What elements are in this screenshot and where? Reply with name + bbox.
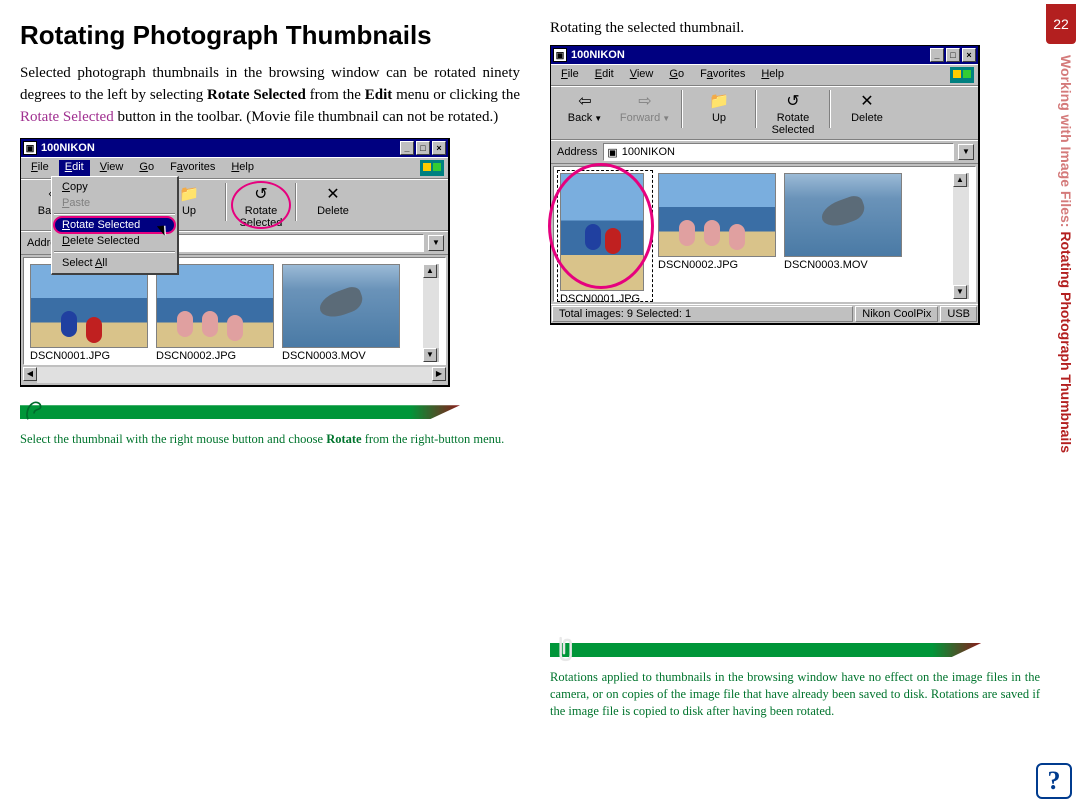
p1c: from the (306, 87, 365, 103)
menu-file[interactable]: File (25, 160, 55, 176)
vscrollbar[interactable]: ▲ ▼ (423, 264, 439, 362)
right-column: Rotating the selected thumbnail. ▣ 100NI… (550, 20, 1040, 789)
dd-paste: Paste (54, 195, 175, 211)
screenshot-edit-menu: ▣ 100NIKON _ □ × File Edit View Go Favor… (20, 138, 450, 387)
thumbnail-pane-2[interactable]: DSCN0001.JPG DSCN0002.JPG DSCN0003.MOV ▲… (553, 166, 976, 302)
address-label-2: Address (555, 146, 599, 158)
screenshot-rotated: ▣ 100NIKON _ □ × File Edit View Go Favor… (550, 45, 980, 325)
tb-up-2[interactable]: 📁Up (689, 90, 749, 124)
p1e: menu or clicking the (392, 87, 520, 103)
p1b: Rotate Selected (207, 87, 306, 103)
tip-text: Select the thumbnail with the right mous… (20, 431, 520, 448)
app-logo-icon (420, 160, 444, 176)
tb-forward-2: ⇨Forward▼ (615, 90, 675, 124)
page-title: Rotating Photograph Thumbnails (20, 20, 520, 51)
note-text: Rotations applied to thumbnails in the b… (550, 669, 1040, 720)
tb-rotate-selected[interactable]: ↺RotateSelected (233, 183, 289, 227)
window-titlebar-2[interactable]: ▣ 100NIKON _ □ × (551, 46, 978, 64)
tip-ribbon (20, 397, 520, 427)
p1g: button in the toolbar. (Movie file thumb… (114, 109, 499, 125)
right-caption: Rotating the selected thumbnail. (550, 20, 1040, 37)
dd-delete-selected[interactable]: Delete Selected (54, 233, 175, 249)
p1d: Edit (365, 87, 393, 103)
tb-rotate-selected-2[interactable]: ↺RotateSelected (763, 90, 823, 136)
status-bar: Total images: 9 Selected: 1 Nikon CoolPi… (551, 304, 978, 323)
thumb-3-label-2: DSCN0003.MOV (784, 257, 902, 271)
window-title-text-2: 100NIKON (571, 49, 625, 61)
dd-copy[interactable]: Copy (54, 179, 175, 195)
status-conn: USB (940, 306, 977, 322)
scroll-up-icon[interactable]: ▲ (423, 264, 437, 278)
folder-icon-2: ▣ (607, 146, 617, 159)
menubar: File Edit View Go Favorites Help Copy Pa… (21, 157, 448, 179)
address-bar-2: Address ▣ 100NIKON ▼ (551, 140, 978, 164)
finger-icon (24, 397, 44, 425)
window-icon: ▣ (23, 141, 37, 155)
thumb-2-label-2: DSCN0002.JPG (658, 257, 776, 271)
thumb-1-rotated[interactable]: DSCN0001.JPG (560, 173, 650, 299)
window-titlebar[interactable]: ▣ 100NIKON _ □ × (21, 139, 448, 157)
tb-delete[interactable]: ✕Delete (303, 183, 363, 217)
scroll-right-icon[interactable]: ▶ (432, 367, 446, 381)
menu-help-2[interactable]: Help (755, 67, 790, 83)
menu-file-2[interactable]: File (555, 67, 585, 83)
thumb-3[interactable]: DSCN0003.MOV (282, 264, 400, 362)
address-value-2: 100NIKON (622, 146, 675, 158)
thumb-2[interactable]: DSCN0002.JPG (156, 264, 274, 362)
scroll-down-icon[interactable]: ▼ (423, 348, 437, 362)
scroll-down-icon-2[interactable]: ▼ (953, 285, 967, 299)
thumb-2-label: DSCN0002.JPG (156, 348, 274, 362)
menu-go-2[interactable]: Go (663, 67, 690, 83)
intro-paragraph: Selected photograph thumbnails in the br… (20, 63, 520, 128)
menu-edit[interactable]: Edit (59, 160, 90, 176)
menu-view[interactable]: View (94, 160, 130, 176)
dd-rotate-selected[interactable]: Rotate Selected (54, 217, 175, 233)
dd-select-all[interactable]: Select All (54, 255, 175, 271)
menu-favorites-2[interactable]: Favorites (694, 67, 751, 83)
thumb-3-label: DSCN0003.MOV (282, 348, 400, 362)
window-icon-2: ▣ (553, 48, 567, 62)
menu-edit-2[interactable]: Edit (589, 67, 620, 83)
app-logo-icon-2 (950, 67, 974, 83)
hscrollbar[interactable]: ◀ ▶ (23, 367, 446, 383)
thumb-1[interactable]: DSCN0001.JPG (30, 264, 148, 362)
maximize-button-2[interactable]: □ (946, 48, 960, 62)
menu-go[interactable]: Go (133, 160, 160, 176)
toolbar-2: ⇦Back▼ ⇨Forward▼ 📁Up ↺RotateSelected ✕De… (551, 86, 978, 140)
close-button[interactable]: × (432, 141, 446, 155)
address-dropdown-arrow-2[interactable]: ▼ (958, 144, 974, 160)
edit-dropdown: Copy Paste Rotate Selected Delete Select… (51, 176, 179, 275)
left-column: Rotating Photograph Thumbnails Selected … (20, 20, 520, 789)
paperclip-icon (554, 635, 574, 663)
status-device: Nikon CoolPix (855, 306, 938, 322)
menu-view-2[interactable]: View (624, 67, 660, 83)
thumb-3-b[interactable]: DSCN0003.MOV (784, 173, 902, 299)
annotation-circle (548, 163, 654, 289)
menu-help[interactable]: Help (225, 160, 260, 176)
help-icon[interactable]: ? (1036, 763, 1072, 799)
address-field-2[interactable]: ▣ 100NIKON (603, 143, 954, 161)
note-ribbon (550, 635, 1040, 665)
tb-back-2[interactable]: ⇦Back▼ (555, 90, 615, 124)
thumb-1-label-2: DSCN0001.JPG (560, 291, 650, 305)
tb-delete-2[interactable]: ✕Delete (837, 90, 897, 124)
window-title-text: 100NIKON (41, 142, 95, 154)
status-total: Total images: 9 Selected: 1 (552, 306, 853, 322)
close-button-2[interactable]: × (962, 48, 976, 62)
address-dropdown-arrow[interactable]: ▼ (428, 235, 444, 251)
scroll-left-icon[interactable]: ◀ (23, 367, 37, 381)
thumb-1-label: DSCN0001.JPG (30, 348, 148, 362)
thumb-2-b[interactable]: DSCN0002.JPG (658, 173, 776, 299)
minimize-button-2[interactable]: _ (930, 48, 944, 62)
menubar-2: File Edit View Go Favorites Help (551, 64, 978, 86)
p1f: Rotate Selected (20, 109, 114, 125)
scroll-up-icon-2[interactable]: ▲ (953, 173, 967, 187)
sidebar-breadcrumb: Working with Image Files: Rotating Photo… (1058, 55, 1074, 453)
menu-favorites[interactable]: Favorites (164, 160, 221, 176)
maximize-button[interactable]: □ (416, 141, 430, 155)
vscrollbar-2[interactable]: ▲ ▼ (953, 173, 969, 299)
page-number-tab: 22 (1046, 4, 1076, 44)
minimize-button[interactable]: _ (400, 141, 414, 155)
